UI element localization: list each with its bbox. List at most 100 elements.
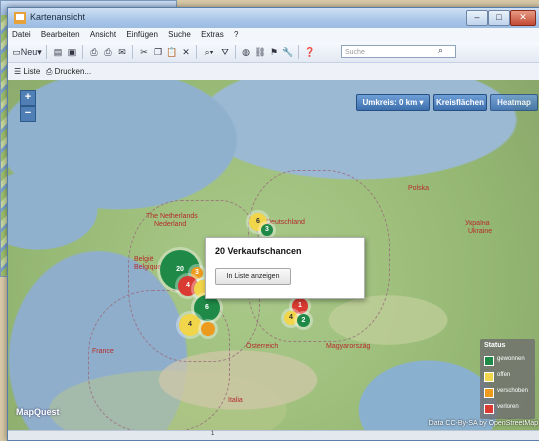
map-label-oesterreich: Österreich <box>246 343 279 350</box>
map-label-belgie: België <box>134 256 154 263</box>
zoom-out-button[interactable]: − <box>20 106 36 122</box>
circles-button[interactable]: Kreisflächen <box>433 94 487 111</box>
menu-datei[interactable]: Datei <box>8 28 35 39</box>
cluster-count: 3 <box>195 269 199 276</box>
toolbar-separator <box>82 45 83 59</box>
toolbar-separator <box>132 45 133 59</box>
radius-dropdown[interactable]: Umkreis: 0 km ▾ <box>356 94 430 111</box>
legend-title: Status <box>484 342 506 349</box>
radius-label: Umkreis: 0 km <box>362 98 418 107</box>
cluster-popup: 20 Verkaufschancen In Liste anzeigen <box>205 237 365 299</box>
menu-ansicht[interactable]: Ansicht <box>86 28 120 39</box>
status-text: 1 <box>211 431 215 437</box>
cluster-count: 4 <box>289 314 293 321</box>
cluster-marker[interactable]: 3 <box>261 224 273 236</box>
map-label-ukraine: Ukraine <box>468 228 493 235</box>
cut-icon[interactable]: ✂ <box>138 45 150 59</box>
print-preview-icon[interactable]: ⎙ <box>88 45 100 59</box>
menu-suche[interactable]: Suche <box>164 28 195 39</box>
print-button[interactable]: ⎙ Drucken... <box>46 65 91 78</box>
save-icon[interactable]: ▣ <box>66 45 78 59</box>
new-button[interactable]: ▭Neu▾ <box>12 45 42 59</box>
menu-help[interactable]: ? <box>230 28 242 39</box>
legend-swatch <box>484 388 494 398</box>
cluster-count: 4 <box>188 321 192 328</box>
main-toolbar: ▭Neu▾ ▤ ▣ ⎙ ⎙ ✉ ✂ ❐ 📋 ✕ ⌕▾ ⛛ ◍ ⛓ ⚑ 🔧 ❓ S… <box>8 42 539 63</box>
heatmap-label: Heatmap <box>497 98 531 107</box>
cluster-count: 1 <box>298 302 302 309</box>
status-legend: Status gewonnen offen verschoben verlore… <box>480 339 535 419</box>
legend-swatch <box>484 356 494 366</box>
close-button[interactable]: ✕ <box>510 10 536 26</box>
map-label-france: France <box>92 348 114 355</box>
map-label-ukraina: Україна <box>465 220 490 227</box>
cluster-marker[interactable]: 2 <box>297 314 310 327</box>
list-button[interactable]: ☰ Liste <box>14 65 40 78</box>
toolbar-separator <box>196 45 197 59</box>
map-attribution[interactable]: Data CC-By-SA by OpenStreetMap <box>429 420 538 427</box>
open-folder-icon[interactable]: ▤ <box>52 45 64 59</box>
cluster-marker[interactable]: 4 <box>284 311 298 325</box>
popup-title: 20 Verkaufschancen <box>215 246 302 256</box>
print-icon[interactable]: ⎙ <box>102 45 114 59</box>
globe-icon[interactable]: ◍ <box>240 45 252 59</box>
email-icon[interactable]: ✉ <box>116 45 128 59</box>
cluster-marker[interactable] <box>201 322 215 336</box>
cluster-count: 6 <box>256 218 260 225</box>
toolbar-separator <box>235 45 236 59</box>
link-icon[interactable]: ⛓ <box>254 45 266 59</box>
map-label-polska: Polska <box>408 185 430 192</box>
map-label-belgique: Belgique <box>134 264 162 271</box>
map-label-deutschland: Deutschland <box>266 219 305 226</box>
menu-extras[interactable]: Extras <box>197 28 228 39</box>
help-icon[interactable]: ❓ <box>304 45 316 59</box>
map-label-netherlands: The Netherlands <box>146 213 198 220</box>
map-view[interactable]: The Netherlands Nederland Deutschland Po… <box>8 80 539 431</box>
search-placeholder: Suche <box>345 49 365 56</box>
legend-label: gewonnen <box>497 356 525 362</box>
menu-bearbeiten[interactable]: Bearbeiten <box>37 28 84 39</box>
cluster-count: 3 <box>265 226 269 233</box>
toolbar-separator <box>298 45 299 59</box>
legend-label: verloren <box>497 404 519 410</box>
map-window: Kartenansicht – □ ✕ Datei Bearbeiten Ans… <box>7 7 539 441</box>
legend-swatch <box>484 404 494 414</box>
maximize-button[interactable]: □ <box>488 10 510 26</box>
cluster-count: 6 <box>205 304 209 311</box>
window-title: Kartenansicht <box>30 12 86 22</box>
list-label: Liste <box>23 67 41 76</box>
legend-swatch <box>484 372 494 382</box>
cluster-count: 4 <box>186 282 190 289</box>
new-label: Neu <box>20 47 38 57</box>
find-icon[interactable]: ⌕▾ <box>201 45 217 59</box>
cluster-count: 2 <box>301 317 306 324</box>
copy-icon[interactable]: ❐ <box>152 45 164 59</box>
app-icon <box>14 12 26 24</box>
flag-icon[interactable]: ⚑ <box>268 45 280 59</box>
list-icon: ☰ <box>14 67 22 76</box>
delete-icon[interactable]: ✕ <box>180 45 192 59</box>
filter-icon[interactable]: ⛛ <box>219 45 231 59</box>
cluster-marker[interactable]: 4 <box>179 314 201 336</box>
legend-label: offen <box>497 372 511 378</box>
circles-label: Kreisflächen <box>435 98 485 107</box>
toolbar-separator <box>46 45 47 59</box>
cluster-count: 20 <box>176 266 184 273</box>
title-bar[interactable]: Kartenansicht – □ ✕ <box>8 8 539 28</box>
wrench-icon[interactable]: 🔧 <box>282 45 294 59</box>
minimize-button[interactable]: – <box>466 10 488 26</box>
paste-icon[interactable]: 📋 <box>166 45 178 59</box>
map-label-magyarorszag: Magyarország <box>326 343 371 350</box>
search-icon[interactable]: ⌕ <box>438 45 443 56</box>
map-label-nederland: Nederland <box>154 221 187 228</box>
secondary-toolbar: ☰ Liste ⎙ Drucken... <box>8 63 539 81</box>
map-label-italia: Italia <box>228 397 243 404</box>
heatmap-button[interactable]: Heatmap <box>490 94 538 111</box>
legend-label: verschoben <box>497 388 529 394</box>
zoom-in-button[interactable]: + <box>20 90 36 106</box>
new-icon: ▭ <box>12 47 21 57</box>
show-in-list-button[interactable]: In Liste anzeigen <box>215 268 291 285</box>
menu-einfuegen[interactable]: Einfügen <box>122 28 162 39</box>
printer-icon: ⎙ <box>46 67 53 76</box>
menu-bar: Datei Bearbeiten Ansicht Einfügen Suche … <box>8 28 539 42</box>
